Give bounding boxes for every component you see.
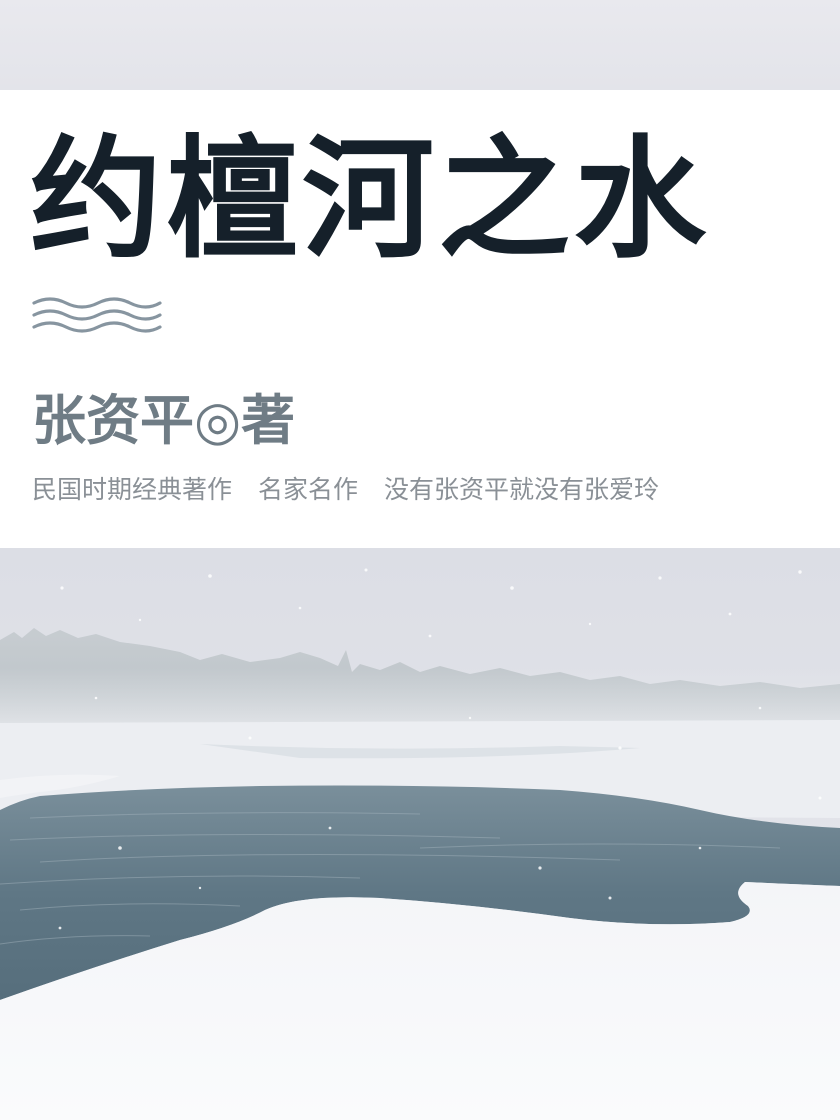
author-credit: 张资平◎著 (32, 388, 296, 452)
waves-icon (32, 297, 162, 333)
tagline: 民国时期经典著作 名家名作 没有张资平就没有张爱玲 (32, 472, 659, 508)
tagline-famous: 名家名作 (258, 475, 359, 504)
tagline-zhang: 没有张资平就没有张爱玲 (384, 475, 660, 504)
top-sky-strip (0, 0, 840, 90)
snowy-lake-image (0, 548, 840, 1120)
tagline-classic: 民国时期经典著作 (32, 475, 233, 504)
book-title: 约檀河之水 (30, 122, 710, 277)
title-panel: 约檀河之水 张资平◎著 民国时期经典著作 名家名作 没有张资平就没有张爱玲 (0, 90, 840, 548)
